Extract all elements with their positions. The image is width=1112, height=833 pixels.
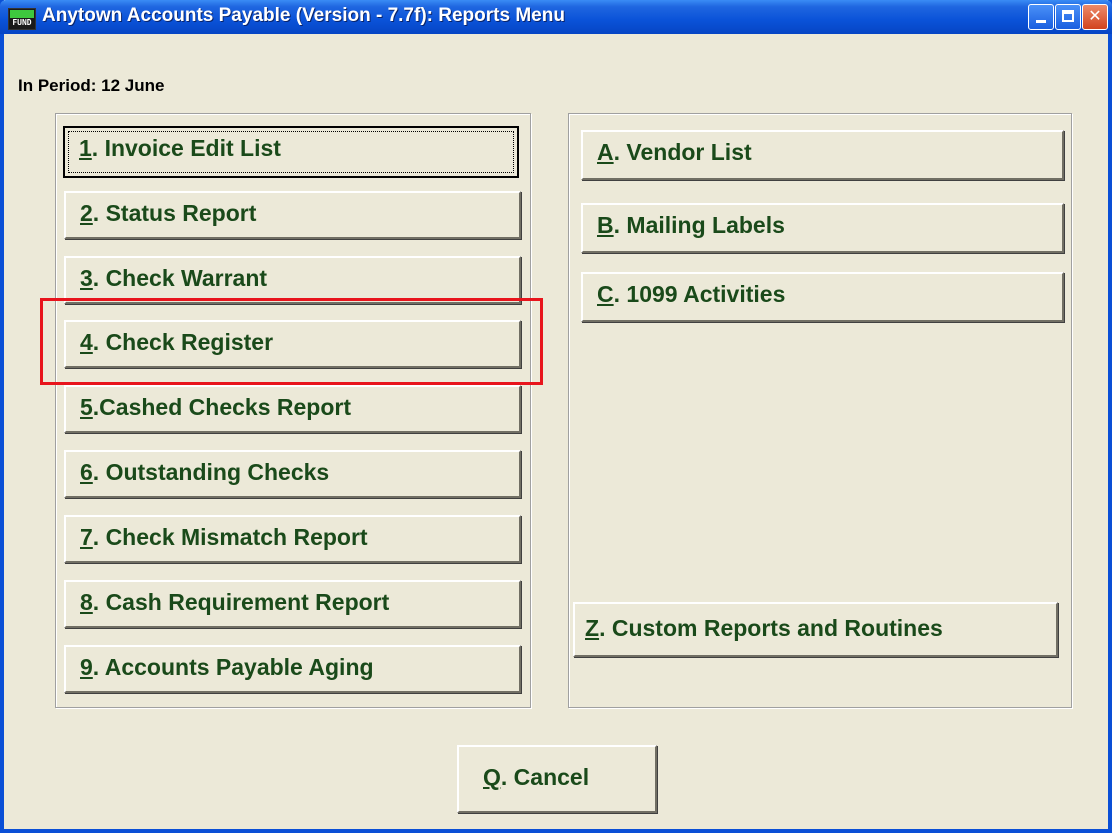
close-button[interactable]: ✕ xyxy=(1082,4,1108,30)
mailing-labels-button[interactable]: B. Mailing Labels xyxy=(581,203,1064,253)
maximize-icon xyxy=(1062,10,1074,22)
minimize-button[interactable] xyxy=(1028,4,1054,30)
cash-requirement-report-button[interactable]: 8. Cash Requirement Report xyxy=(64,580,521,628)
period-label: In Period: 12 June xyxy=(18,76,165,95)
invoice-edit-list-button[interactable]: 1. Invoice Edit List xyxy=(63,126,519,178)
fund-app-icon: FUND xyxy=(8,8,36,30)
minimize-icon xyxy=(1036,20,1046,23)
vendor-list-button[interactable]: A. Vendor List xyxy=(581,130,1064,180)
highlight-box xyxy=(40,298,543,385)
custom-reports-and-routines-button[interactable]: Z. Custom Reports and Routines xyxy=(573,602,1058,657)
cancel-button[interactable]: Q. Cancel xyxy=(457,745,657,813)
status-report-button[interactable]: 2. Status Report xyxy=(64,191,521,239)
outstanding-checks-button[interactable]: 6. Outstanding Checks xyxy=(64,450,521,498)
check-mismatch-report-button[interactable]: 7. Check Mismatch Report xyxy=(64,515,521,563)
close-icon: ✕ xyxy=(1088,6,1102,25)
maximize-button[interactable] xyxy=(1055,4,1081,30)
1099-activities-button[interactable]: C. 1099 Activities xyxy=(581,272,1064,322)
cashed-checks-report-button[interactable]: 5.Cashed Checks Report xyxy=(64,385,521,433)
check-warrant-button[interactable]: 3. Check Warrant xyxy=(64,256,521,304)
accounts-payable-aging-button[interactable]: 9. Accounts Payable Aging xyxy=(64,645,521,693)
window-title: Anytown Accounts Payable (Version - 7.7f… xyxy=(42,5,565,26)
title-bar[interactable]: FUND Anytown Accounts Payable (Version -… xyxy=(0,0,1112,34)
